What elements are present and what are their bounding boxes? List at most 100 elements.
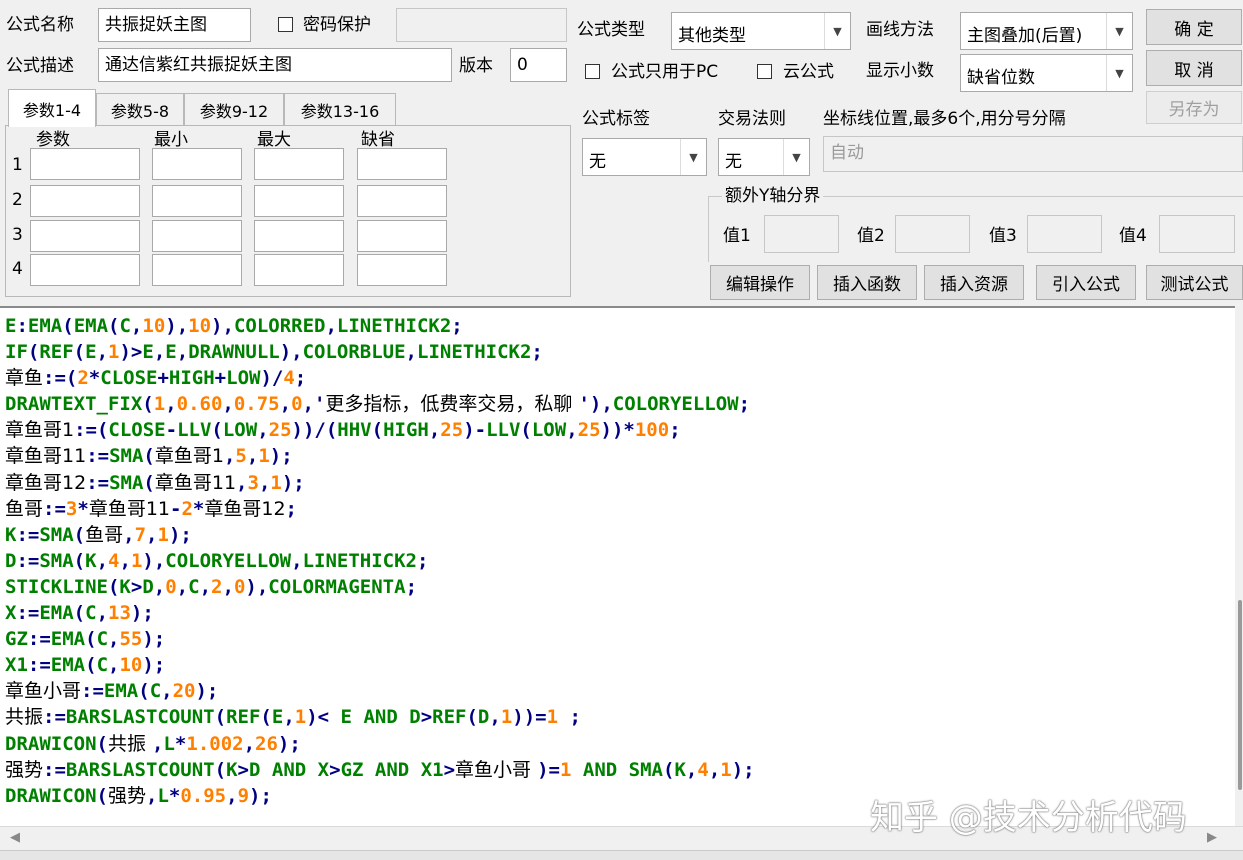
code-token: IF [5, 341, 28, 364]
code-line: X:=EMA(C,13); [5, 600, 755, 626]
pc-only-checkbox[interactable] [585, 64, 600, 79]
tab-params-13-16[interactable]: 参数13-16 [284, 93, 396, 125]
chevron-down-icon[interactable]: ▼ [680, 139, 706, 175]
formula-tag-value: 无 [589, 152, 606, 172]
decimals-select[interactable]: 缺省位数 ▼ [960, 54, 1133, 92]
code-token: ; [416, 549, 429, 572]
param-min-input[interactable] [152, 148, 242, 180]
code-text[interactable]: E:EMA(EMA(C,10),10),COLORRED,LINETHICK2;… [5, 313, 755, 809]
param-name-input[interactable] [30, 220, 140, 252]
cloud-checkbox[interactable] [757, 64, 772, 79]
tab-params-1-4[interactable]: 参数1-4 [8, 89, 96, 127]
code-token: 章鱼哥1 [154, 445, 224, 468]
draw-method-select[interactable]: 主图叠加(后置) ▼ [960, 12, 1133, 50]
param-name-input[interactable] [30, 254, 140, 286]
coord-line-input[interactable]: 自动 [823, 136, 1243, 172]
value2-input[interactable] [895, 215, 970, 253]
ok-button[interactable]: 确 定 [1146, 9, 1242, 45]
code-token: LLV [486, 419, 521, 442]
tab-params-9-12[interactable]: 参数9-12 [184, 93, 284, 125]
code-token: * [192, 497, 205, 520]
value3-input[interactable] [1027, 215, 1102, 253]
formula-name-label: 公式名称 [6, 15, 74, 35]
password-input[interactable] [396, 8, 567, 42]
vertical-scroll-thumb[interactable] [1238, 600, 1242, 790]
trade-rule-select[interactable]: 无 ▼ [718, 138, 810, 176]
param-max-input[interactable] [254, 148, 344, 180]
param-default-input[interactable] [357, 148, 447, 180]
scroll-left-icon[interactable]: ◀ [10, 830, 20, 845]
password-checkbox[interactable] [278, 17, 293, 32]
code-token: ( [107, 575, 120, 598]
code-token: ); [142, 628, 166, 651]
code-token: ; [669, 419, 681, 442]
code-token: , [96, 602, 109, 625]
formula-tag-select[interactable]: 无 ▼ [582, 138, 707, 176]
code-token: ,' [302, 393, 326, 416]
cancel-button[interactable]: 取 消 [1146, 50, 1242, 86]
version-input[interactable]: 0 [510, 48, 567, 82]
formula-desc-input[interactable]: 通达信紫红共振捉妖主图 [98, 48, 452, 82]
code-token: ( [96, 732, 108, 755]
chevron-down-icon[interactable]: ▼ [1106, 55, 1132, 91]
code-token: ; [531, 341, 543, 364]
chevron-down-icon[interactable]: ▼ [1106, 13, 1132, 49]
code-token: SMA [109, 445, 144, 468]
code-token: ); [281, 471, 305, 494]
param-max-input[interactable] [254, 220, 344, 252]
chevron-down-icon[interactable]: ▼ [783, 139, 809, 175]
code-token: := [43, 706, 66, 729]
scroll-right-icon[interactable]: ▶ [1207, 830, 1217, 845]
param-min-input[interactable] [152, 220, 242, 252]
param-min-input[interactable] [152, 254, 242, 286]
code-token: ); [130, 602, 154, 625]
code-token: 更多指标，低费率交易，私聊 [325, 393, 579, 416]
formula-type-select[interactable]: 其他类型 ▼ [671, 12, 851, 50]
code-token: BARSLASTCOUNT [65, 706, 215, 729]
value1-input[interactable] [764, 215, 839, 253]
code-token: ( [143, 471, 155, 494]
param-max-input[interactable] [254, 185, 344, 217]
param-default-input[interactable] [357, 185, 447, 217]
code-line: IF(REF(E,1)>E,E,DRAWNULL),COLORBLUE,LINE… [5, 339, 755, 365]
param-default-input[interactable] [357, 254, 447, 286]
code-token: ( [520, 419, 532, 442]
code-token: , [165, 393, 177, 416]
param-default-input[interactable] [357, 220, 447, 252]
insert-resource-button[interactable]: 插入资源 [924, 265, 1024, 300]
code-token: , [325, 315, 337, 337]
code-token: X1 [420, 758, 444, 781]
code-token: 0 [165, 575, 177, 598]
import-formula-button[interactable]: 引入公式 [1036, 265, 1136, 300]
code-token: LINETHICK2 [417, 341, 532, 364]
test-formula-button[interactable]: 测试公式 [1146, 265, 1243, 300]
code-token: LOW [222, 419, 258, 442]
chevron-down-icon[interactable]: ▼ [824, 13, 850, 49]
code-token: * [168, 784, 181, 807]
formula-name-input[interactable]: 共振捉妖主图 [98, 8, 251, 42]
code-token: , [108, 654, 120, 677]
param-max-input[interactable] [254, 254, 344, 286]
code-token: LOW [531, 419, 567, 442]
code-token: , [258, 471, 271, 494]
formula-type-label: 公式类型 [577, 20, 645, 40]
code-token: , [199, 575, 212, 598]
edit-operation-button[interactable]: 编辑操作 [710, 265, 810, 300]
param-min-input[interactable] [152, 185, 242, 217]
insert-function-button[interactable]: 插入函数 [817, 265, 917, 300]
code-token: L [157, 784, 169, 807]
draw-method-label: 画线方法 [866, 20, 934, 40]
value4-input[interactable] [1159, 215, 1235, 253]
param-name-input[interactable] [30, 185, 140, 217]
param-name-input[interactable] [30, 148, 140, 180]
save-as-button[interactable]: 另存为 [1146, 91, 1242, 124]
code-token: EMA [39, 602, 74, 625]
code-line: E:EMA(EMA(C,10),10),COLORRED,LINETHICK2; [5, 313, 755, 339]
code-token: HHV [337, 419, 372, 442]
code-token: ), [165, 315, 189, 337]
tab-params-5-8[interactable]: 参数5-8 [96, 93, 184, 125]
code-token: , [226, 784, 238, 807]
code-token: 25 [268, 419, 292, 442]
code-editor[interactable]: E:EMA(EMA(C,10),10),COLORRED,LINETHICK2;… [0, 306, 1243, 826]
